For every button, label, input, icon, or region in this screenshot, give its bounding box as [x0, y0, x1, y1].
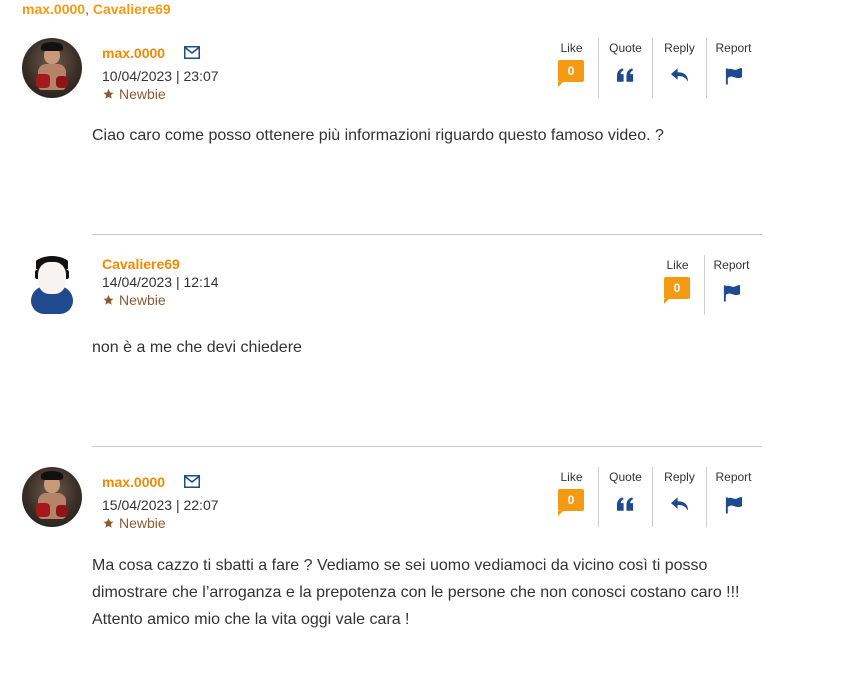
like-button[interactable]: Like 0: [545, 467, 598, 527]
like-button[interactable]: Like 0: [651, 255, 704, 315]
user-rank: Newbie: [102, 86, 166, 102]
quote-label: Quote: [609, 470, 642, 484]
post-author[interactable]: Cavaliere69: [102, 256, 180, 272]
like-count: 0: [558, 489, 584, 516]
avatar[interactable]: [22, 467, 82, 527]
star-icon: [103, 89, 114, 99]
post-actions: Like 0 Quote Reply Report: [545, 467, 760, 527]
report-button[interactable]: Report: [706, 38, 760, 98]
rank-label: Newbie: [119, 515, 166, 531]
rank-label: Newbie: [119, 292, 166, 308]
reply-label: Reply: [664, 470, 695, 484]
post-divider: [92, 234, 762, 235]
post-actions: Like 0 Quote Reply Report: [545, 38, 760, 98]
participant-separator: ,: [85, 1, 89, 17]
report-label: Report: [715, 41, 752, 55]
report-label: Report: [715, 470, 752, 484]
report-button[interactable]: Report: [706, 467, 760, 527]
avatar[interactable]: [22, 38, 82, 98]
reply-icon: [670, 497, 689, 511]
like-count: 0: [558, 60, 584, 87]
avatar[interactable]: [22, 256, 82, 316]
reply-button[interactable]: Reply: [652, 38, 706, 98]
user-rank: Newbie: [102, 515, 166, 531]
flag-icon: [725, 68, 743, 85]
quote-button[interactable]: Quote: [598, 467, 652, 527]
reply-label: Reply: [664, 41, 695, 55]
quote-icon: [616, 497, 634, 511]
like-label: Like: [560, 470, 583, 484]
post-message: Ciao caro come posso ottenere più inform…: [92, 127, 664, 144]
quote-icon: [616, 68, 634, 82]
like-button[interactable]: Like 0: [545, 38, 598, 98]
report-label: Report: [713, 258, 750, 272]
like-count: 0: [664, 277, 690, 304]
reply-button[interactable]: Reply: [652, 467, 706, 527]
participant-link[interactable]: Cavaliere69: [93, 1, 171, 17]
post-divider: [92, 446, 762, 447]
star-icon: [103, 295, 114, 305]
flag-icon: [723, 285, 741, 302]
post-datetime: 14/04/2023 | 12:14: [102, 274, 219, 290]
post-actions: Like 0 Report: [651, 255, 758, 315]
post-message: non è a me che devi chiedere: [92, 339, 302, 356]
quote-button[interactable]: Quote: [598, 38, 652, 98]
flag-icon: [725, 497, 743, 514]
like-label: Like: [666, 258, 689, 272]
envelope-icon[interactable]: [184, 46, 200, 59]
like-label: Like: [560, 41, 583, 55]
quote-label: Quote: [609, 41, 642, 55]
thread-participants: max.0000, Cavaliere69: [22, 1, 171, 17]
reply-icon: [670, 68, 689, 82]
post-datetime: 15/04/2023 | 22:07: [102, 497, 219, 513]
post-message: Ma cosa cazzo ti sbatti a fare ? Vediamo…: [92, 557, 740, 628]
user-rank: Newbie: [102, 292, 166, 308]
envelope-icon[interactable]: [184, 475, 200, 488]
star-icon: [103, 518, 114, 528]
report-button[interactable]: Report: [704, 255, 758, 315]
post-datetime: 10/04/2023 | 23:07: [102, 68, 219, 84]
participant-link[interactable]: max.0000: [22, 1, 85, 17]
post-author[interactable]: max.0000: [102, 45, 165, 61]
rank-label: Newbie: [119, 86, 166, 102]
post-author[interactable]: max.0000: [102, 474, 165, 490]
